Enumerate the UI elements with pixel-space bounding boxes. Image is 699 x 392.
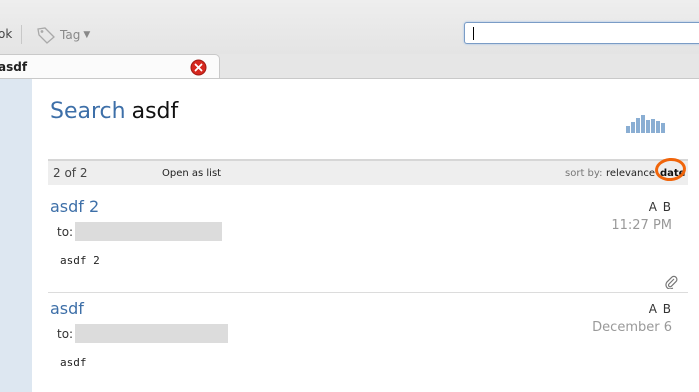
result-tags: A B — [648, 302, 672, 316]
toolbar-partial-button-label[interactable]: ok — [0, 27, 12, 41]
chevron-down-icon: ▼ — [83, 30, 91, 40]
search-query-text: asdf — [131, 99, 179, 124]
redacted-recipient — [75, 324, 229, 343]
tab-strip: asdf — [0, 54, 699, 79]
result-time: December 6 — [592, 320, 672, 335]
page-title: Search asdf — [50, 99, 178, 124]
histogram-icon[interactable] — [626, 115, 668, 133]
result-snippet: asdf — [60, 356, 87, 369]
result-time: 11:27 PM — [611, 218, 672, 233]
result-subject[interactable]: asdf 2 — [50, 197, 99, 216]
tag-button[interactable]: Tag ▼ — [36, 24, 90, 46]
toolbar-separator — [21, 25, 22, 44]
to-label: to: — [57, 224, 74, 239]
text-caret — [473, 27, 474, 40]
search-results-panel: Search asdf 2 of 2 Open as list sort by: … — [32, 79, 699, 392]
to-label: to: — [57, 326, 74, 341]
result-item[interactable]: asdf to: A B December 6 asdf — [48, 299, 688, 389]
result-recipients: to: — [57, 222, 223, 241]
open-as-list-link[interactable]: Open as list — [162, 168, 221, 179]
results-bar: 2 of 2 Open as list sort by: relevance d… — [48, 156, 688, 185]
result-subject[interactable]: asdf — [50, 299, 84, 318]
page-title-label: Search — [50, 99, 126, 124]
tab-search-results[interactable]: asdf — [0, 54, 220, 78]
tab-label: asdf — [0, 60, 28, 74]
result-item[interactable]: asdf 2 to: A B 11:27 PM asdf 2 — [48, 197, 688, 293]
toolbar: ok Tag ▼ — [0, 0, 699, 54]
sort-by-label: sort by: — [565, 168, 603, 179]
redacted-recipient — [75, 222, 223, 241]
tag-button-label: Tag — [60, 28, 81, 42]
search-input[interactable] — [464, 22, 699, 44]
result-recipients: to: — [57, 324, 229, 343]
sort-relevance-link[interactable]: relevance — [606, 168, 655, 179]
result-count: 2 of 2 — [53, 166, 88, 180]
paperclip-icon — [665, 275, 678, 289]
result-snippet: asdf 2 — [60, 254, 100, 267]
tag-icon — [37, 27, 55, 44]
result-divider — [48, 292, 688, 293]
result-tags: A B — [648, 200, 672, 214]
close-icon[interactable] — [190, 59, 207, 76]
left-sidebar — [0, 79, 32, 392]
